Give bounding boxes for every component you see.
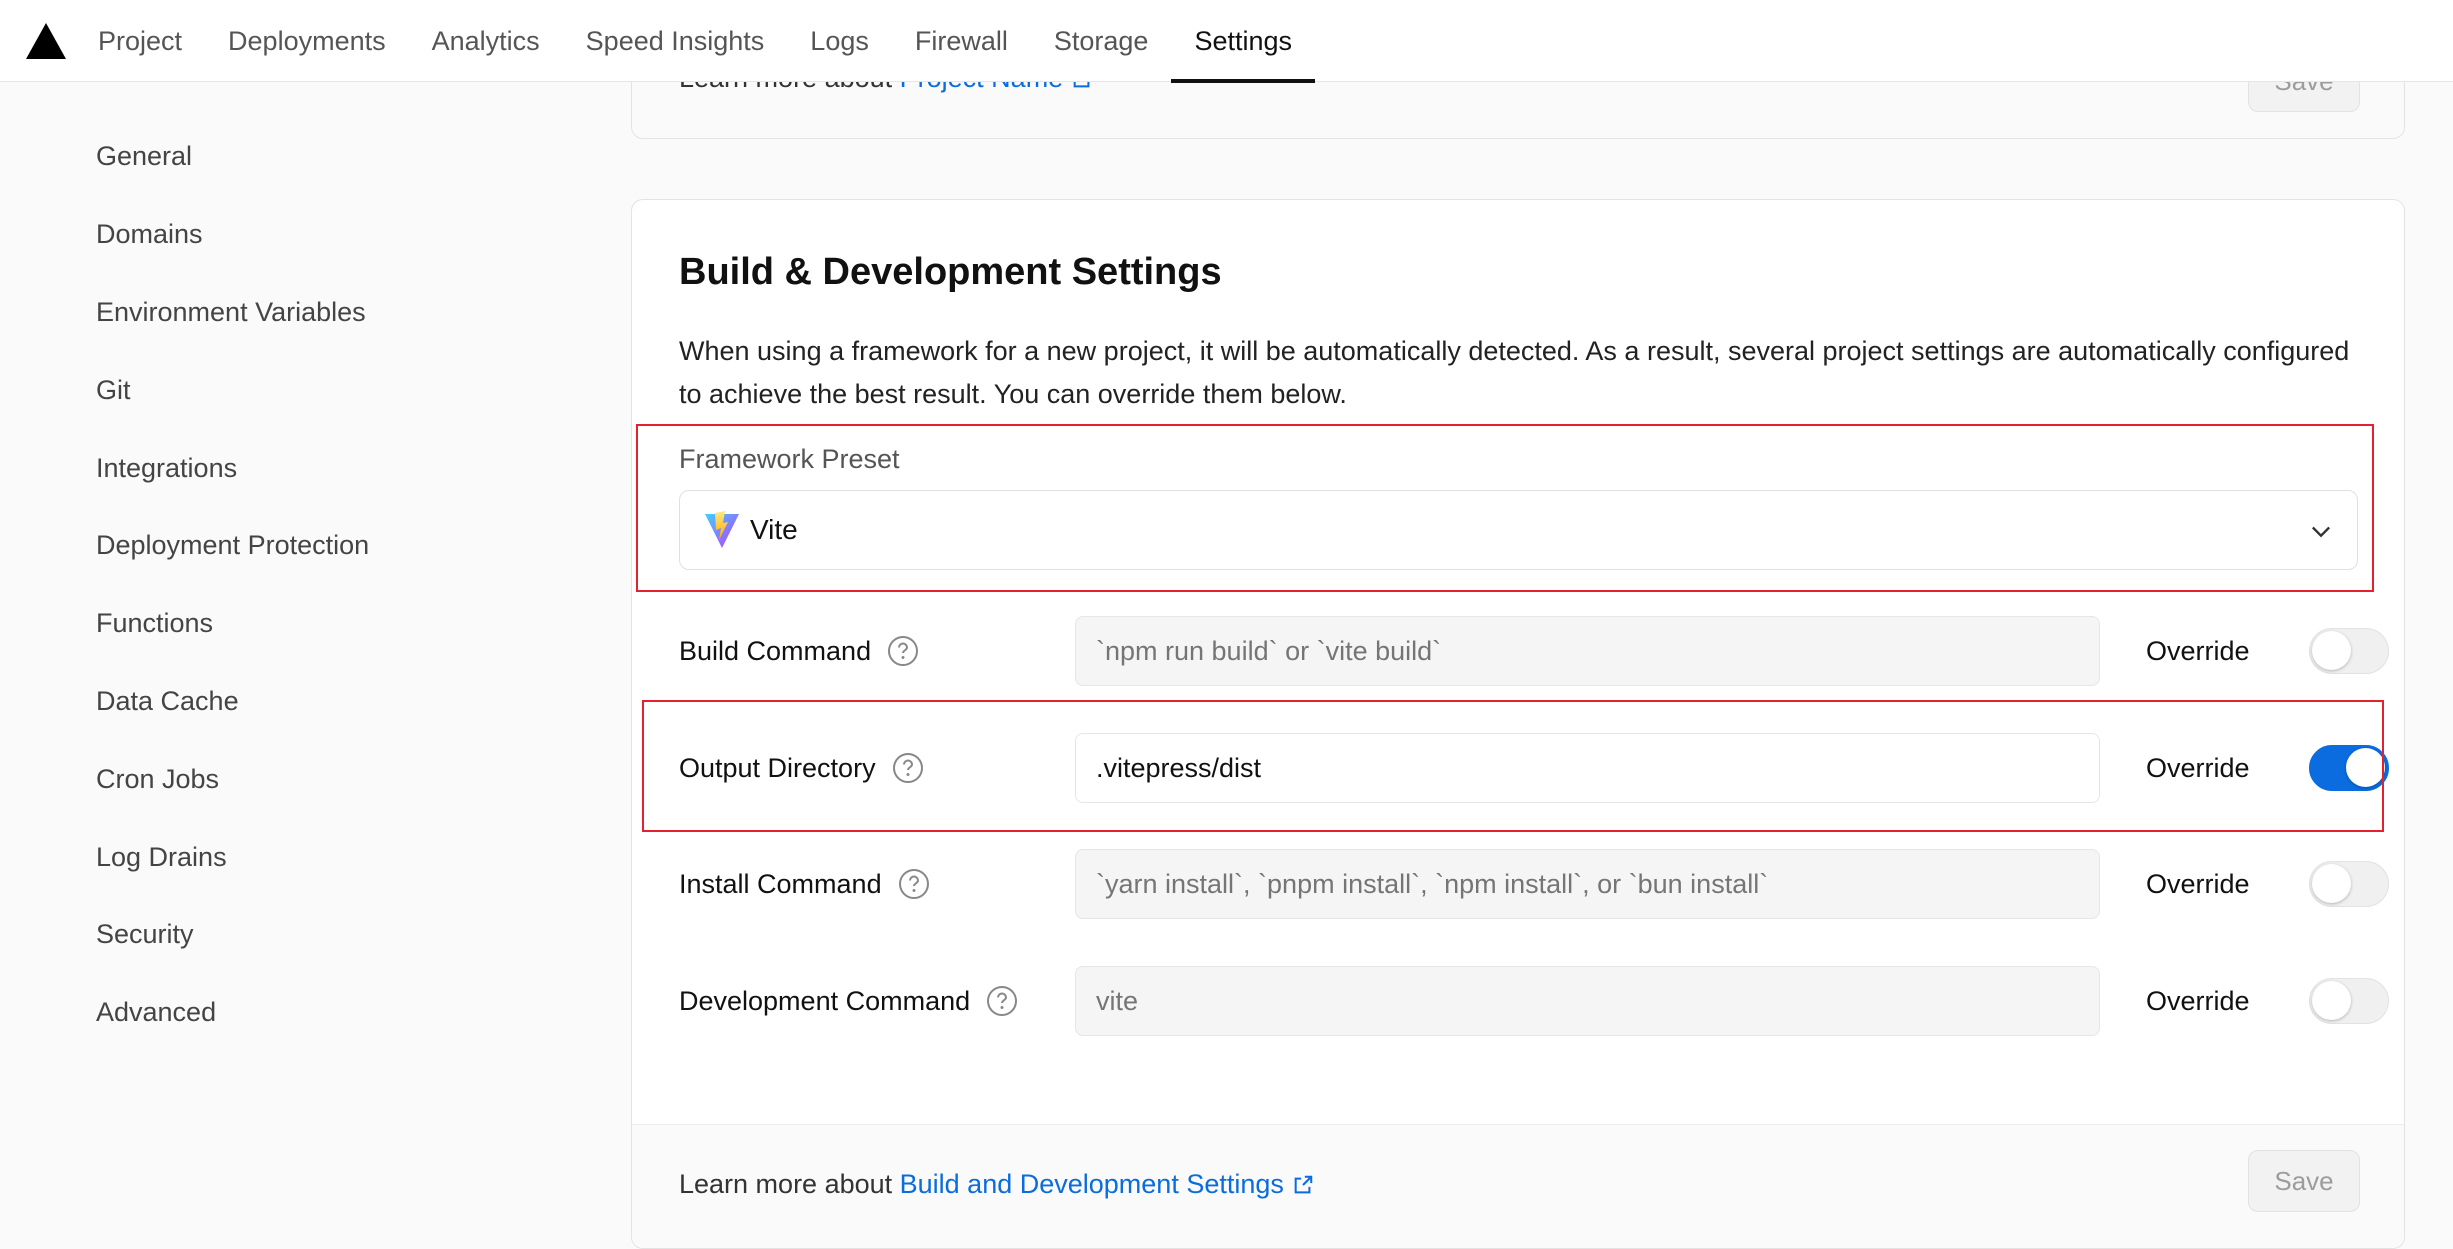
build-settings-card: Build & Development Settings When using …: [631, 199, 2405, 1249]
sidebar-item-deployment-protection[interactable]: Deployment Protection: [96, 507, 556, 585]
build-settings-footer: Learn more about Build and Development S…: [632, 1124, 2404, 1248]
tab-analytics[interactable]: Analytics: [409, 0, 563, 82]
settings-sidebar: General Domains Environment Variables Gi…: [96, 82, 556, 1052]
development-command-row: Development Command Override: [679, 966, 2389, 1036]
build-command-override-label: Override: [2146, 635, 2250, 666]
build-settings-save-button[interactable]: Save: [2248, 1150, 2360, 1212]
tab-logs[interactable]: Logs: [787, 0, 892, 82]
build-command-row: Build Command Override: [679, 616, 2389, 686]
install-command-row: Install Command Override: [679, 849, 2389, 919]
install-command-input[interactable]: [1075, 849, 2100, 919]
tab-speed-insights[interactable]: Speed Insights: [563, 0, 788, 82]
help-circle-icon[interactable]: [898, 868, 930, 900]
help-circle-icon[interactable]: [986, 985, 1018, 1017]
sidebar-item-data-cache[interactable]: Data Cache: [96, 663, 556, 741]
build-settings-link[interactable]: Build and Development Settings: [900, 1169, 1314, 1199]
framework-preset-select[interactable]: Vite: [679, 490, 2358, 570]
external-link-icon: [1294, 1175, 1313, 1194]
framework-preset-value: Vite: [750, 514, 798, 545]
sidebar-item-security[interactable]: Security: [96, 896, 556, 974]
build-command-label: Build Command: [679, 616, 919, 686]
development-command-override-label: Override: [2146, 985, 2250, 1016]
sidebar-item-log-drains[interactable]: Log Drains: [96, 818, 556, 896]
chevron-down-icon: [2312, 526, 2330, 538]
top-navigation: Project Deployments Analytics Speed Insi…: [0, 0, 2453, 83]
output-directory-override-toggle[interactable]: [2309, 745, 2389, 791]
build-command-input[interactable]: [1075, 616, 2100, 686]
help-circle-icon[interactable]: [892, 752, 924, 784]
install-command-override-label: Override: [2146, 868, 2250, 899]
tab-storage[interactable]: Storage: [1031, 0, 1172, 82]
build-settings-title: Build & Development Settings: [679, 251, 1222, 293]
sidebar-item-git[interactable]: Git: [96, 351, 556, 429]
build-settings-description: When using a framework for a new project…: [679, 336, 2350, 409]
output-directory-row: Output Directory .vitepress/dist Overrid…: [679, 733, 2389, 803]
install-command-label: Install Command: [679, 849, 930, 919]
vercel-logo-icon[interactable]: [26, 23, 66, 59]
output-directory-override-label: Override: [2146, 752, 2250, 783]
build-settings-learn-more: Learn more about Build and Development S…: [679, 1169, 1314, 1200]
sidebar-item-domains[interactable]: Domains: [96, 196, 556, 274]
sidebar-item-cron-jobs[interactable]: Cron Jobs: [96, 740, 556, 818]
sidebar-item-environment-variables[interactable]: Environment Variables: [96, 274, 556, 352]
nav-tabs: Project Deployments Analytics Speed Insi…: [75, 0, 1315, 83]
development-command-label: Development Command: [679, 966, 1018, 1036]
vite-logo-icon: [705, 511, 739, 548]
sidebar-item-functions[interactable]: Functions: [96, 585, 556, 663]
tab-firewall[interactable]: Firewall: [892, 0, 1031, 82]
sidebar-item-general[interactable]: General: [96, 118, 556, 196]
help-circle-icon[interactable]: [887, 635, 919, 667]
sidebar-item-advanced[interactable]: Advanced: [96, 974, 556, 1052]
tab-project[interactable]: Project: [75, 0, 205, 82]
development-command-input[interactable]: [1075, 966, 2100, 1036]
install-command-override-toggle[interactable]: [2309, 861, 2389, 907]
build-command-override-toggle[interactable]: [2309, 628, 2389, 674]
tab-deployments[interactable]: Deployments: [205, 0, 409, 82]
framework-preset-label: Framework Preset: [679, 444, 900, 474]
output-directory-label: Output Directory: [679, 733, 924, 803]
tab-settings[interactable]: Settings: [1171, 0, 1315, 83]
output-directory-input[interactable]: .vitepress/dist: [1075, 733, 2100, 803]
development-command-override-toggle[interactable]: [2309, 978, 2389, 1024]
sidebar-item-integrations[interactable]: Integrations: [96, 429, 556, 507]
